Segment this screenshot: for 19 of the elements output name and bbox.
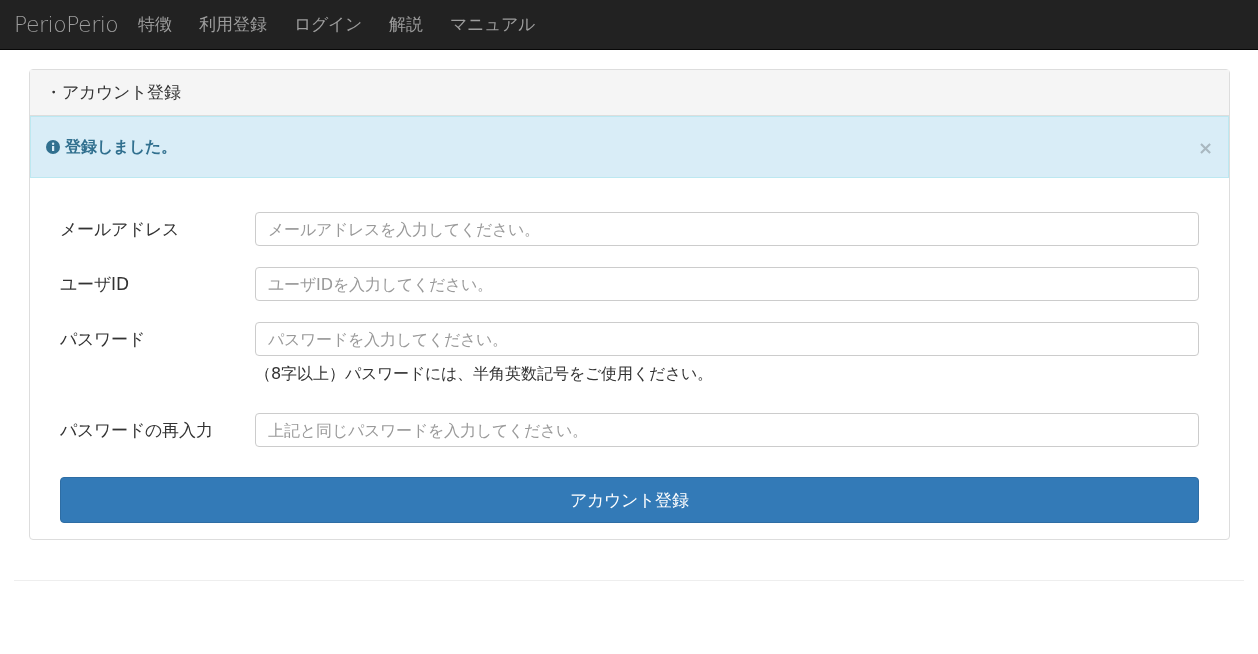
info-icon	[46, 140, 60, 154]
nav-link[interactable]: 特徴	[138, 13, 173, 36]
field-label: メールアドレス	[60, 218, 180, 241]
input-field[interactable]: パスワードを入力してください。	[255, 322, 1199, 356]
input-field[interactable]: ユーザIDを入力してください。	[255, 267, 1199, 301]
brand-logo[interactable]: PerioPerio	[14, 12, 119, 37]
register-button[interactable]: アカウント登録	[60, 477, 1199, 523]
input-field[interactable]: メールアドレスを入力してください。	[255, 212, 1199, 246]
help-text: （8字以上）パスワードには、半角英数記号をご使用ください。	[255, 364, 715, 385]
panel-title: ・アカウント登録	[45, 81, 181, 104]
nav-link[interactable]: 解説	[389, 13, 424, 36]
nav-link[interactable]: マニュアル	[450, 13, 536, 36]
nav-link[interactable]: 利用登録	[199, 13, 268, 36]
field-label: ユーザID	[60, 273, 131, 296]
input-field[interactable]: 上記と同じパスワードを入力してください。	[255, 413, 1199, 447]
nav-link[interactable]: ログイン	[294, 13, 363, 36]
field-label: パスワードの再入力	[60, 419, 214, 442]
alert-message: 登録しました。	[65, 136, 178, 158]
field-label: パスワード	[60, 328, 146, 351]
